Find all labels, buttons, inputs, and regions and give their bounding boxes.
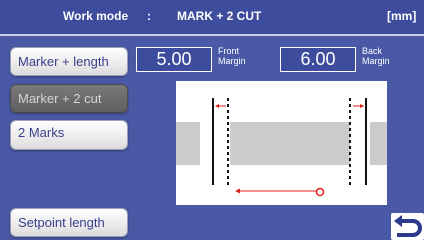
marker-length-button[interactable]: Marker + length bbox=[10, 47, 128, 76]
previous-label-strip bbox=[176, 122, 200, 165]
cut-diagram bbox=[176, 81, 387, 205]
next-label-strip bbox=[370, 122, 387, 165]
front-margin-label: Front Margin bbox=[218, 46, 246, 66]
work-mode-value: MARK + 2 CUT bbox=[177, 9, 262, 23]
header-bar: Work mode : MARK + 2 CUT [mm] bbox=[0, 0, 424, 34]
work-mode-label: Work mode bbox=[63, 9, 129, 23]
back-margin-label: Back Margin bbox=[362, 46, 390, 66]
header-divider bbox=[0, 34, 424, 36]
two-marks-button[interactable]: 2 Marks bbox=[10, 120, 128, 150]
marker-2-cut-button[interactable]: Marker + 2 cut bbox=[10, 84, 128, 113]
current-label-strip bbox=[230, 122, 350, 165]
return-arrow-icon[interactable] bbox=[391, 213, 424, 240]
setpoint-length-button[interactable]: Setpoint length bbox=[10, 208, 128, 237]
front-margin-input[interactable]: 5.00 bbox=[136, 47, 212, 72]
header-separator: : bbox=[147, 9, 151, 23]
back-margin-input[interactable]: 6.00 bbox=[280, 47, 356, 72]
unit-label: [mm] bbox=[387, 9, 417, 23]
